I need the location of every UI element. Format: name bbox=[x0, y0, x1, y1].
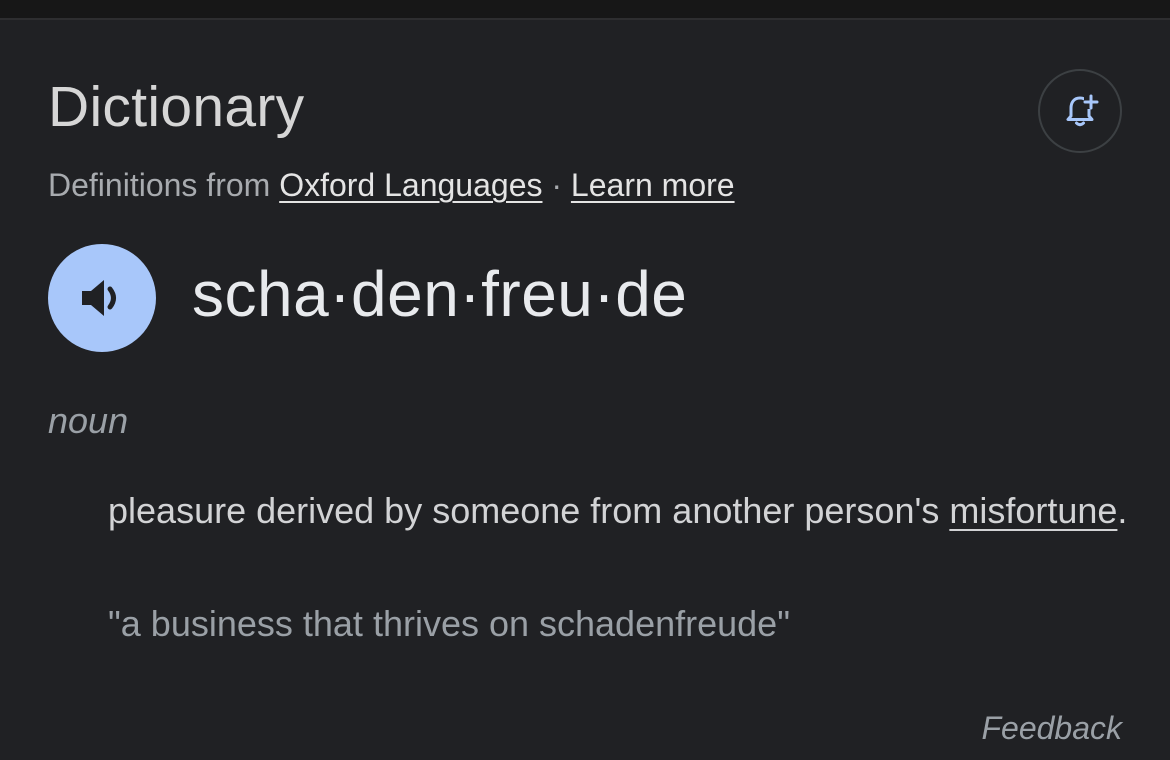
headword: scha·den·freu·de bbox=[192, 258, 688, 330]
source-line: Definitions from Oxford Languages · Lear… bbox=[48, 164, 735, 206]
dictionary-card: Dictionary Definitions from Oxford Langu… bbox=[0, 20, 1170, 760]
pronunciation-audio-button[interactable] bbox=[48, 244, 156, 352]
misfortune-link[interactable]: misfortune bbox=[949, 490, 1117, 531]
add-alert-button[interactable] bbox=[1038, 69, 1122, 153]
card-title: Dictionary bbox=[48, 75, 305, 139]
part-of-speech: noun bbox=[48, 400, 129, 441]
bell-plus-icon bbox=[1066, 94, 1099, 127]
oxford-languages-link[interactable]: Oxford Languages bbox=[279, 167, 542, 203]
definition: pleasure derived by someone from another… bbox=[108, 480, 1128, 542]
definition-end: . bbox=[1117, 490, 1128, 531]
top-divider bbox=[0, 0, 1170, 20]
source-prefix: Definitions from bbox=[48, 167, 271, 203]
learn-more-link[interactable]: Learn more bbox=[571, 167, 735, 203]
source-separator: · bbox=[551, 167, 563, 203]
usage-example: "a business that thrives on schadenfreud… bbox=[108, 603, 790, 644]
speaker-icon bbox=[82, 280, 116, 316]
feedback-link[interactable]: Feedback bbox=[981, 708, 1122, 748]
definition-text: pleasure derived by someone from another… bbox=[108, 490, 950, 531]
